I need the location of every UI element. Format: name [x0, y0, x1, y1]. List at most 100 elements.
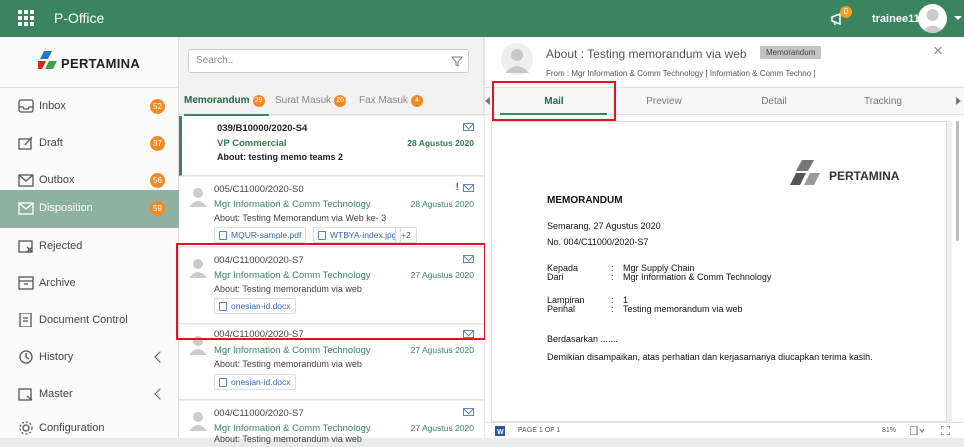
scroll-left-icon[interactable]	[485, 97, 490, 105]
document-control-icon	[19, 313, 32, 327]
sender-avatar	[501, 43, 533, 75]
detail-from: From : Mgr Information & Comm Technology…	[546, 69, 816, 78]
memo-number: 005/C11000/2020-S0	[214, 184, 304, 195]
highlight-box	[176, 243, 486, 340]
list-item[interactable]: 005/C11000/2020-S0 ! Mgr Information & C…	[179, 177, 484, 247]
memo-date: 27 Agustus 2020	[410, 423, 474, 433]
attachment-name: onesian-id.docx	[231, 377, 291, 387]
chevron-left-icon[interactable]	[154, 351, 166, 363]
scroll-right-icon[interactable]	[956, 97, 961, 105]
memo-about: About: testing memo teams 2	[217, 152, 344, 162]
memo-sender: Mgr Information & Comm Technology	[214, 199, 371, 210]
message-list-panel: Memorandum29 Surat Masuk26 Fax Masuk4 03…	[176, 37, 486, 444]
memo-about: About: Testing memorandum via web	[214, 434, 362, 444]
tab-label: Fax Masuk	[359, 95, 408, 106]
sidebar-item-rejected[interactable]: Rejected	[0, 228, 179, 265]
sidebar-item-master[interactable]: Master	[0, 376, 179, 413]
sidebar-item-inbox[interactable]: Inbox 52	[0, 88, 179, 125]
attachment-chip[interactable]: MQUR-sample.pdf	[214, 227, 307, 243]
highlight-box	[492, 81, 616, 121]
list-item[interactable]: 004/C11000/2020-S7 Mgr Information & Com…	[179, 401, 484, 444]
viewer-status-bar: W PAGE 1 OF 1 81%	[485, 422, 964, 438]
colon: :	[611, 272, 614, 282]
document-viewer[interactable]: PERTAMINA MEMORANDUM Semarang, 27 Agustu…	[491, 121, 952, 422]
fullscreen-icon[interactable]	[941, 426, 950, 435]
search-input[interactable]	[196, 55, 436, 66]
tab-tracking[interactable]: Tracking	[838, 96, 928, 107]
memo-about: About: Testing memorandum via web	[214, 359, 362, 369]
sidebar-item-archive[interactable]: Archive	[0, 265, 179, 302]
mail-icon	[463, 184, 474, 192]
attachment-chip[interactable]: onesian-id.docx	[214, 374, 296, 390]
document-body-line: Demikian disampaikan, atas perhatian dan…	[547, 352, 873, 362]
important-icon: !	[455, 182, 459, 193]
count-badge: 52	[150, 99, 165, 114]
search-box[interactable]	[188, 49, 469, 73]
memo-date: 28 Agustus 2020	[410, 199, 474, 209]
filter-icon[interactable]	[451, 56, 463, 67]
avatar	[189, 412, 207, 431]
tab-surat-masuk[interactable]: Surat Masuk 26	[275, 95, 347, 107]
chevron-left-icon[interactable]	[154, 388, 166, 400]
perihal-label: Perihal	[547, 304, 576, 314]
sidebar-item-disposition[interactable]: Disposition 59	[0, 190, 179, 228]
tab-detail[interactable]: Detail	[729, 96, 819, 107]
count-badge: 56	[150, 173, 165, 188]
memo-date: 27 Agustus 2020	[410, 345, 474, 355]
colon: :	[611, 304, 614, 314]
memo-sender: Mgr Information & Comm Technology	[214, 423, 371, 434]
sidebar-item-label: Rejected	[39, 240, 83, 252]
dari-value: Mgr Information & Comm Technology	[623, 272, 772, 282]
list-tabs: Memorandum 29 Surat Masuk 26 Fax Masuk 4	[179, 91, 484, 115]
pertamina-logo-icon	[790, 160, 820, 185]
sidebar-item-configuration[interactable]: Configuration	[0, 410, 179, 447]
sidebar-item-history[interactable]: History	[0, 339, 179, 376]
rejected-icon	[18, 240, 33, 253]
draft-icon	[18, 136, 33, 150]
dari-label: Dari	[547, 272, 564, 282]
gear-icon	[19, 421, 33, 435]
tab-badge: 4	[410, 95, 423, 107]
view-mode-icon[interactable]	[910, 426, 924, 435]
memo-date: 28 Agustus 2020	[407, 138, 474, 148]
document-body-line: Berdasarkan .......	[547, 334, 619, 344]
file-icon	[219, 231, 227, 240]
tab-preview[interactable]: Preview	[619, 96, 709, 107]
disposition-icon	[18, 202, 34, 215]
mail-icon	[463, 123, 474, 131]
sidebar-item-label: Outbox	[39, 174, 75, 186]
sidebar-item-label: Inbox	[39, 100, 66, 112]
image-file-icon	[318, 231, 326, 240]
count-badge: 59	[150, 201, 165, 216]
sidebar-item-label: Master	[39, 388, 73, 400]
document-heading: MEMORANDUM	[547, 195, 623, 206]
memo-number: 039/B10000/2020-S4	[217, 123, 308, 134]
detail-panel: About : Testing memorandum via web Memor…	[485, 37, 964, 438]
tab-badge: 26	[334, 95, 347, 107]
user-menu-caret-icon[interactable]	[954, 16, 962, 20]
close-icon[interactable]: ×	[933, 41, 943, 61]
memo-about: About: Testing Memorandum via Web ke- 3	[214, 213, 387, 223]
master-icon	[18, 388, 33, 401]
attachment-chip[interactable]: WTBYA-index.jpg	[313, 227, 402, 243]
sidebar-item-draft[interactable]: Draft 37	[0, 125, 179, 162]
history-icon	[19, 350, 33, 364]
viewer-scrollbar[interactable]	[956, 121, 959, 241]
tab-memorandum[interactable]: Memorandum 29	[184, 95, 265, 107]
apps-grid-icon[interactable]	[18, 10, 34, 26]
document-logo-text: PERTAMINA	[829, 169, 900, 183]
pertamina-logo-icon	[38, 51, 57, 69]
more-attachments-button[interactable]: +2	[395, 227, 417, 243]
memo-sender: VP Commercial	[217, 138, 287, 149]
sidebar: PERTAMINA Inbox 52 Draft 37 Outbox 56 Di…	[0, 37, 179, 438]
sidebar-item-label: Disposition	[39, 202, 93, 214]
username[interactable]: trainee11	[872, 13, 920, 25]
sidebar-item-label: Document Control	[39, 314, 128, 326]
list-item[interactable]: 039/B10000/2020-S4 VP Commercial 28 Agus…	[179, 116, 484, 176]
tab-fax-masuk[interactable]: Fax Masuk 4	[359, 95, 423, 107]
zoom-level[interactable]: 81%	[882, 427, 896, 434]
sidebar-item-document-control[interactable]: Document Control	[0, 302, 179, 339]
attachment-name: MQUR-sample.pdf	[231, 230, 302, 240]
user-avatar[interactable]	[918, 4, 947, 33]
sidebar-item-label: Draft	[39, 137, 63, 149]
